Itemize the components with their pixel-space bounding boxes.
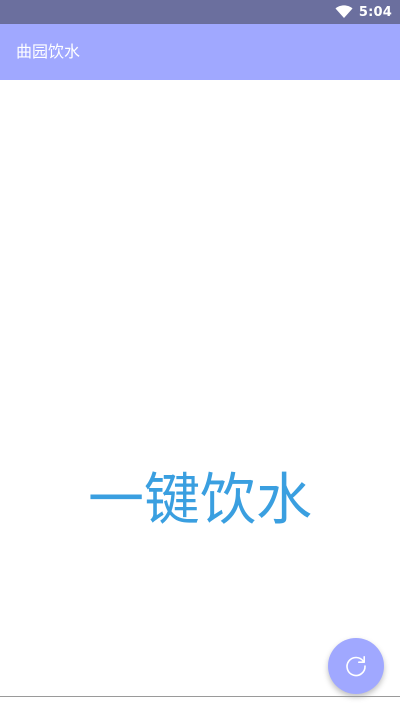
main-content: 一键饮水 <box>0 80 400 696</box>
refresh-icon <box>342 652 370 680</box>
status-icons: 5:04 <box>335 0 392 24</box>
refresh-fab[interactable] <box>328 638 384 694</box>
status-time: 5:04 <box>358 4 392 20</box>
one-click-drink-button[interactable]: 一键饮水 <box>0 466 400 536</box>
bottom-divider <box>0 696 400 697</box>
app-title: 曲园饮水 <box>16 42 81 61</box>
app-bar: 曲园饮水 <box>0 24 400 80</box>
status-bar: 5:04 <box>0 0 400 24</box>
wifi-icon <box>335 5 353 19</box>
